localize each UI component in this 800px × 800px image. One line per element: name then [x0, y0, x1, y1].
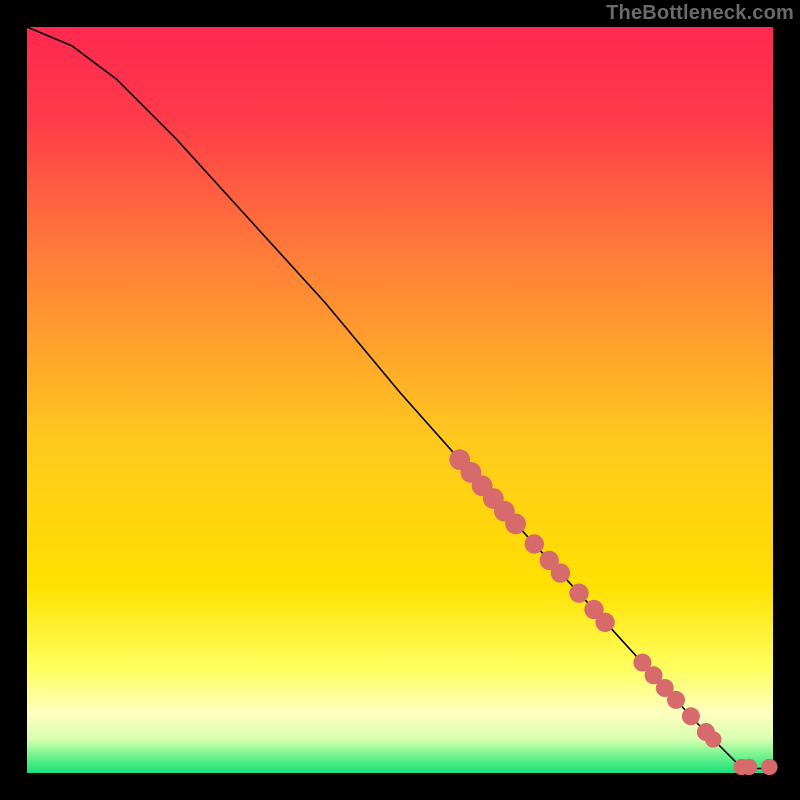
data-dot: [525, 534, 544, 553]
bottleneck-chart: [0, 0, 800, 800]
data-dot: [595, 613, 614, 632]
data-dot: [667, 691, 685, 709]
chart-stage: TheBottleneck.com: [0, 0, 800, 800]
data-dot: [761, 759, 777, 775]
data-dot: [551, 563, 570, 582]
data-dot: [741, 759, 757, 775]
data-dot: [705, 731, 721, 747]
data-dot: [505, 513, 526, 534]
data-dot: [569, 584, 588, 603]
plot-background: [27, 27, 773, 773]
data-dot: [682, 707, 700, 725]
watermark-label: TheBottleneck.com: [606, 2, 794, 25]
